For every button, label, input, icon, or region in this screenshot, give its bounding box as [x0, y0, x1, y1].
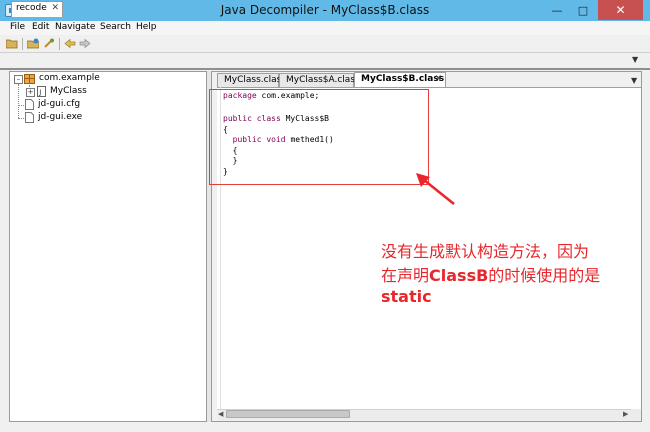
class-file-icon: J — [37, 86, 46, 97]
tree-item-class[interactable]: MyClass — [50, 86, 87, 98]
toolbar-separator — [22, 38, 23, 50]
tab-myclass[interactable]: MyClass.class — [217, 73, 286, 87]
menu-help[interactable]: Help — [136, 22, 157, 32]
tree-item-package[interactable]: com.example — [39, 73, 100, 85]
file-tree: – com.example + J MyClass jd-gui.cfg jd-… — [9, 71, 207, 422]
menu-edit[interactable]: Edit — [32, 22, 49, 32]
outer-tab-bar — [0, 53, 650, 69]
tab-divider — [0, 68, 650, 70]
search-icon[interactable] — [43, 38, 55, 49]
close-tab-icon[interactable]: ✕ — [434, 74, 442, 84]
tab-myclass-a[interactable]: MyClass$A.class — [279, 73, 360, 87]
menu-file[interactable]: File — [10, 22, 25, 32]
annotation-text-line2: 在声明ClassB的时候使用的是 — [381, 262, 600, 286]
scrollbar-thumb[interactable] — [226, 410, 350, 418]
scroll-right-icon[interactable]: ▶ — [623, 410, 628, 418]
editor-tab-menu-icon[interactable]: ▼ — [631, 76, 637, 85]
forward-arrow-icon[interactable] — [79, 38, 91, 49]
highlight-box — [209, 89, 429, 185]
tree-item-exe[interactable]: jd-gui.exe — [38, 112, 82, 124]
toolbar-separator — [59, 38, 60, 50]
annotation-text-line1: 没有生成默认构造方法，因为 — [381, 242, 590, 261]
annotation-classb: ClassB — [429, 266, 489, 285]
svg-text:J: J — [38, 89, 41, 97]
tab-label: MyClass$A.class — [286, 75, 360, 85]
toolbar — [0, 35, 650, 53]
file-icon — [25, 99, 34, 110]
annotation-suffix: 的时候使用的是 — [488, 266, 601, 285]
status-strip — [0, 424, 650, 432]
menu-bar: File Edit Navigate Search Help — [0, 21, 650, 35]
tab-list-menu-icon[interactable]: ▼ — [632, 55, 638, 64]
tree-item-cfg[interactable]: jd-gui.cfg — [38, 99, 80, 111]
tab-recode[interactable]: recode ✕ — [11, 1, 63, 17]
collapse-icon[interactable]: – — [14, 75, 23, 84]
scroll-left-icon[interactable]: ◀ — [218, 410, 223, 418]
tree-connector — [18, 105, 24, 106]
tab-recode-label: recode — [16, 3, 47, 13]
tab-label: MyClass$B.class — [361, 74, 445, 84]
tree-connector — [18, 84, 19, 118]
tab-label: MyClass.class — [224, 75, 286, 85]
open-type-icon[interactable] — [27, 38, 39, 49]
open-folder-icon[interactable] — [6, 38, 18, 49]
package-icon — [24, 74, 35, 84]
tab-myclass-b[interactable]: MyClass$B.class ✕ — [354, 72, 446, 87]
back-arrow-icon[interactable] — [64, 38, 76, 49]
annotation-static: static — [381, 287, 432, 306]
scrollbar-corner — [631, 409, 641, 420]
annotation-arrow-icon — [416, 173, 455, 205]
maximize-button[interactable]: □ — [570, 0, 596, 20]
expand-icon[interactable]: + — [26, 88, 35, 97]
close-button[interactable]: ✕ — [598, 0, 643, 20]
annotation-prefix: 在声明 — [381, 266, 430, 285]
file-icon — [25, 112, 34, 123]
minimize-button[interactable]: — — [544, 0, 570, 20]
window-title: Java Decompiler - MyClass$B.class — [220, 3, 430, 17]
close-tab-icon[interactable]: ✕ — [51, 3, 59, 13]
menu-search[interactable]: Search — [100, 22, 131, 32]
tree-connector — [18, 118, 24, 119]
menu-navigate[interactable]: Navigate — [55, 22, 95, 32]
